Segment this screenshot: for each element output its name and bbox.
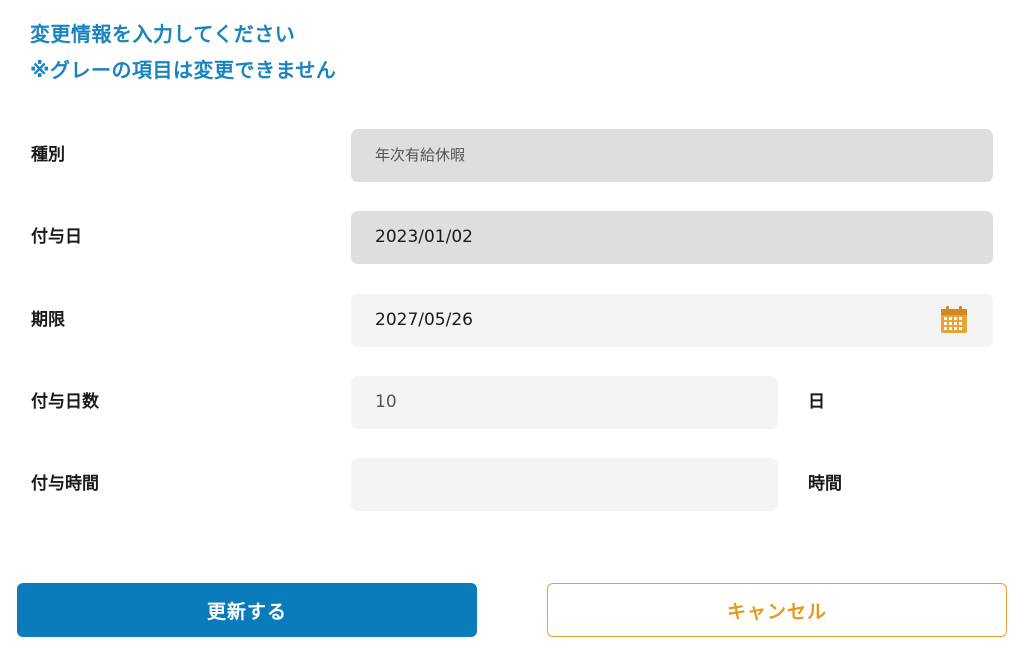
kind-label: 種別 [31,145,65,165]
instruction-line-1: 変更情報を入力してください [30,22,296,46]
grant-date-field: 2023/01/02 [351,211,993,264]
form-row-kind: 種別 年次有給休暇 [0,129,1024,182]
expiry-date-value[interactable]: 2027/05/26 [375,310,473,330]
grant-hours-input[interactable] [351,458,778,511]
grant-days-label: 付与日数 [31,392,99,412]
update-button[interactable]: 更新する [17,583,477,637]
grant-days-unit: 日 [808,392,825,412]
grant-hours-label: 付与時間 [31,474,99,494]
instruction-line-2: ※グレーの項目は変更できません [30,58,337,82]
expiry-label: 期限 [31,310,65,330]
grant-date-label: 付与日 [31,227,82,247]
expiry-date-field[interactable]: 2027/05/26 [351,294,993,347]
kind-field: 年次有給休暇 [351,129,993,182]
form-row-grant-date: 付与日 2023/01/02 [0,211,1024,264]
cancel-button[interactable]: キャンセル [547,583,1007,637]
form-row-expiry: 期限 2027/05/26 [0,294,1024,347]
form-row-grant-hours: 付与時間 時間 [0,458,1024,511]
calendar-icon[interactable] [939,305,969,335]
grant-days-input[interactable]: 10 [351,376,778,429]
form-row-grant-days: 付与日数 10 日 [0,376,1024,429]
instructions: 変更情報を入力してください ※グレーの項目は変更できません [30,16,336,88]
grant-hours-unit: 時間 [808,474,842,494]
